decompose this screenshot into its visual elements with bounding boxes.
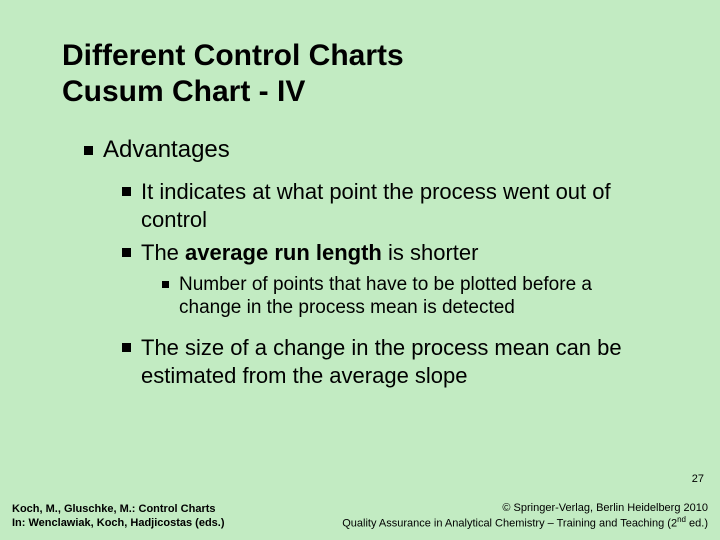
bullet-square-icon (162, 281, 169, 288)
text-fragment: The (141, 240, 185, 265)
section-heading: Advantages (84, 136, 670, 164)
footer-right: © Springer-Verlag, Berlin Heidelberg 201… (342, 501, 708, 531)
footer-copyright: © Springer-Verlag, Berlin Heidelberg 201… (342, 501, 708, 515)
page-number: 27 (692, 473, 704, 485)
advantages-label: Advantages (103, 136, 230, 164)
bullet-square-icon (122, 248, 131, 257)
title-line-1: Different Control Charts (62, 38, 670, 74)
bullet-item: The size of a change in the process mean… (122, 334, 670, 389)
text-fragment: is shorter (382, 240, 479, 265)
bullet-square-icon (122, 187, 131, 196)
slide-title: Different Control Charts Cusum Chart - I… (62, 38, 670, 110)
title-line-2: Cusum Chart - IV (62, 74, 670, 110)
sub-bullet-item: Number of points that have to be plotted… (162, 273, 670, 321)
bullet-text: The size of a change in the process mean… (141, 334, 640, 389)
footer-subtitle: Quality Assurance in Analytical Chemistr… (342, 515, 708, 531)
slide-content: Different Control Charts Cusum Chart - I… (0, 0, 720, 389)
bullet-text: It indicates at what point the process w… (141, 178, 640, 233)
sub-bullet-text: Number of points that have to be plotted… (179, 273, 630, 321)
bold-fragment: average run length (185, 240, 382, 265)
text-fragment: Quality Assurance in Analytical Chemistr… (342, 518, 677, 530)
bullet-text: The average run length is shorter (141, 239, 478, 267)
footer-left: Koch, M., Gluschke, M.: Control Charts I… (12, 502, 225, 531)
bullet-item: The average run length is shorter (122, 239, 670, 267)
bullet-item: It indicates at what point the process w… (122, 178, 670, 233)
footer: Koch, M., Gluschke, M.: Control Charts I… (0, 492, 720, 540)
bullet-square-icon (122, 343, 131, 352)
bullet-square-icon (84, 146, 93, 155)
footer-in-line: In: Wenclawiak, Koch, Hadjicostas (eds.) (12, 516, 225, 530)
superscript: nd (677, 515, 686, 524)
footer-authors: Koch, M., Gluschke, M.: Control Charts (12, 502, 225, 516)
text-fragment: ed.) (686, 518, 708, 530)
